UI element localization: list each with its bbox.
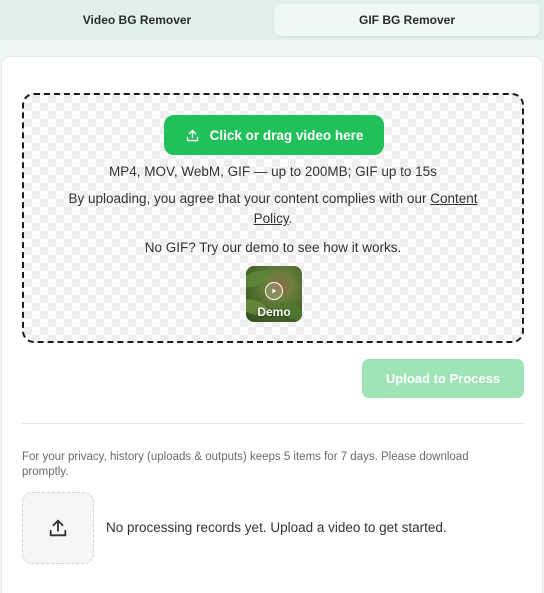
upload-icon <box>49 519 67 537</box>
demo-thumbnail[interactable]: Demo <box>246 266 302 322</box>
main-card: Click or drag video here MP4, MOV, WebM,… <box>1 56 543 593</box>
tab-gif-bg-remover[interactable]: GIF BG Remover <box>274 4 540 36</box>
history-upload-button[interactable] <box>22 492 94 564</box>
content-policy-notice: By uploading, you agree that your conten… <box>24 189 522 229</box>
agree-text: By uploading, you agree that your conten… <box>68 191 427 206</box>
content-policy-link-part2[interactable]: Policy <box>254 211 289 226</box>
divider <box>22 423 524 424</box>
upload-to-process-button[interactable]: Upload to Process <box>362 359 524 398</box>
content-policy-link-part1[interactable]: Content <box>430 191 477 206</box>
play-icon <box>265 282 283 300</box>
upload-dropzone[interactable]: Click or drag video here MP4, MOV, WebM,… <box>22 93 524 343</box>
agree-suffix: . <box>288 211 293 226</box>
privacy-note: For your privacy, history (uploads & out… <box>22 451 469 478</box>
mode-tabs: Video BG Remover GIF BG Remover <box>0 0 544 40</box>
demo-label: Demo <box>257 305 291 319</box>
tab-video-bg-remover[interactable]: Video BG Remover <box>4 4 270 36</box>
demo-prompt: No GIF? Try our demo to see how it works… <box>144 240 402 255</box>
empty-history-message: No processing records yet. Upload a vide… <box>106 520 447 535</box>
select-file-button[interactable]: Click or drag video here <box>164 115 384 155</box>
supported-formats: MP4, MOV, WebM, GIF — up to 200MB; GIF u… <box>109 164 437 179</box>
upload-icon <box>186 129 198 141</box>
select-file-label: Click or drag video here <box>209 127 364 143</box>
